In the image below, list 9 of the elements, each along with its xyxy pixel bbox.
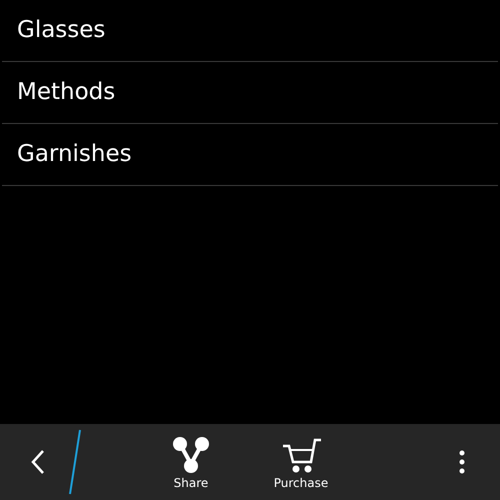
share-button[interactable]: Share — [151, 436, 231, 488]
more-icon — [459, 450, 465, 474]
purchase-button[interactable]: Purchase — [261, 436, 341, 488]
list-item[interactable]: Garnishes — [17, 137, 132, 172]
back-icon — [30, 449, 46, 475]
list-item[interactable]: Glasses — [17, 13, 106, 48]
share-icon — [171, 436, 211, 474]
divider-slash-icon — [68, 428, 82, 496]
list-item[interactable]: Methods — [17, 75, 116, 110]
